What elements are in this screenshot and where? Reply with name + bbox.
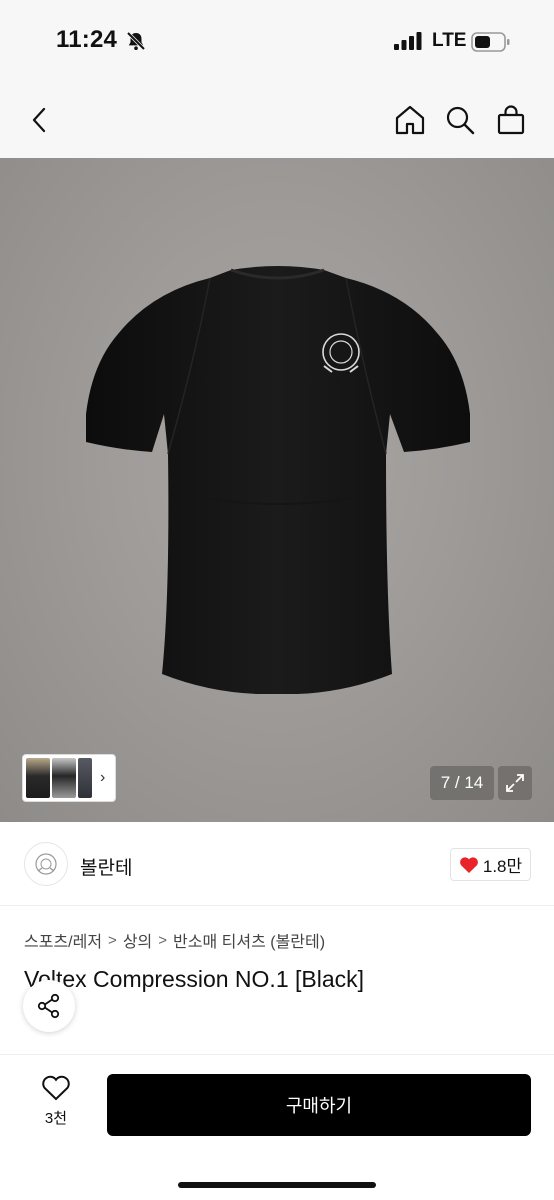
- share-button[interactable]: [23, 980, 75, 1032]
- back-button[interactable]: [18, 98, 62, 142]
- status-bar: 11:24 LTE: [0, 0, 554, 86]
- brand-name[interactable]: 볼란테: [80, 853, 132, 880]
- share-icon: [37, 993, 60, 1019]
- wishlist-count: 3천: [44, 1110, 68, 1127]
- breadcrumb-item[interactable]: 반소매 티셔츠 (볼란테): [173, 928, 325, 952]
- search-icon: [446, 106, 475, 135]
- expand-button[interactable]: [498, 766, 532, 800]
- expand-icon: [506, 774, 524, 792]
- buy-button[interactable]: 구매하기: [107, 1074, 531, 1136]
- brand-like-button[interactable]: 1.8만: [450, 848, 531, 881]
- nav-bar: [0, 86, 554, 158]
- search-button[interactable]: [438, 98, 482, 142]
- shopping-bag-icon: [497, 105, 525, 135]
- product-image: [86, 266, 470, 694]
- thumbnail-image[interactable]: [26, 758, 50, 798]
- brand-like-count: 1.8만: [482, 857, 523, 876]
- breadcrumb-separator: >: [108, 931, 117, 949]
- thumbnail-image[interactable]: [78, 758, 92, 798]
- heart-outline-icon: [42, 1075, 70, 1101]
- breadcrumb: 스포츠/레저 > 상의 > 반소매 티셔츠 (볼란테): [24, 928, 325, 952]
- thumbnail-strip[interactable]: ›: [22, 754, 116, 802]
- network-label: LTE: [432, 30, 467, 51]
- bottom-action-bar: 3천 구매하기: [0, 1054, 554, 1200]
- breadcrumb-item[interactable]: 스포츠/레저: [24, 928, 102, 952]
- image-counter: 7 / 14: [430, 766, 494, 800]
- breadcrumb-separator: >: [158, 931, 168, 949]
- home-indicator[interactable]: [178, 1182, 376, 1188]
- home-button[interactable]: [388, 98, 432, 142]
- brand-logo[interactable]: [24, 842, 68, 886]
- status-time: 11:24: [56, 26, 118, 53]
- home-icon: [395, 105, 425, 135]
- chevron-left-icon: [32, 107, 46, 133]
- thumbnail-image[interactable]: [52, 758, 76, 798]
- brand-emblem-icon: [35, 853, 57, 875]
- battery-icon: [471, 32, 510, 52]
- cart-button[interactable]: [489, 98, 533, 142]
- bell-slash-icon: [126, 31, 146, 51]
- signal-icon: [394, 32, 422, 50]
- product-image-gallery[interactable]: › 7 / 14: [0, 158, 554, 822]
- product-title: Voltex Compression NO.1 [Black]: [24, 966, 365, 992]
- chevron-right-icon[interactable]: ›: [100, 769, 105, 787]
- heart-filled-icon: [459, 856, 478, 873]
- brand-row: 볼란테 1.8만: [0, 822, 554, 906]
- wishlist-button[interactable]: 3천: [28, 1075, 84, 1135]
- breadcrumb-item[interactable]: 상의: [123, 928, 152, 952]
